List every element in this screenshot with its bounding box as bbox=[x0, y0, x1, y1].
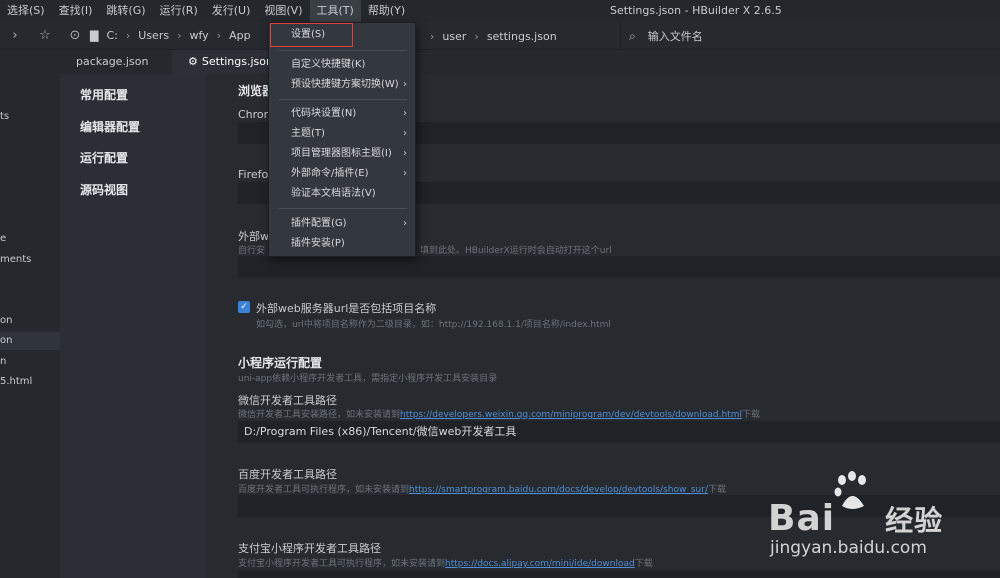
run-icon[interactable]: ⊙ bbox=[60, 28, 90, 43]
tab-package-json[interactable]: package.json bbox=[60, 50, 164, 74]
menu-tools[interactable]: 工具(T) bbox=[309, 0, 361, 22]
folder-icon: ▇ bbox=[90, 29, 99, 42]
breadcrumb-item[interactable]: wfy bbox=[189, 29, 208, 42]
breadcrumb-item[interactable]: C: bbox=[106, 29, 117, 42]
baidu-download-link[interactable]: https://smartprogram.baidu.com/docs/deve… bbox=[409, 485, 708, 495]
chevron-right-icon: › bbox=[177, 29, 182, 42]
chevron-right-icon: › bbox=[403, 148, 407, 159]
menu-item-custom-shortcuts[interactable]: 自定义快捷键(K) bbox=[269, 56, 415, 74]
nav-editor[interactable]: 编辑器配置 bbox=[80, 118, 140, 135]
nav-source-view[interactable]: 源码视图 bbox=[80, 181, 128, 198]
menu-item-plugin-config[interactable]: 插件配置(G) › bbox=[269, 215, 415, 233]
watermark-url: jingyan.baidu.com bbox=[770, 538, 927, 558]
chevron-right-icon: › bbox=[125, 29, 131, 42]
chevron-right-icon: › bbox=[403, 108, 407, 119]
mp-section-title: 小程序运行配置 bbox=[238, 356, 323, 370]
chevron-right-icon[interactable]: › bbox=[0, 28, 30, 43]
file-item[interactable]: e bbox=[0, 230, 60, 248]
breadcrumb-item[interactable]: user bbox=[442, 30, 466, 43]
tools-dropdown-menu: 设置(S) 自定义快捷键(K) 预设快捷键方案切换(W) › 代码块设置(N) › … bbox=[268, 22, 416, 257]
wechat-hint: 微信开发者工具安装路径，如未安装请到https://developers.wei… bbox=[238, 410, 760, 420]
menu-run[interactable]: 运行(R) bbox=[153, 0, 205, 22]
include-project-label: 外部web服务器url是否包括项目名称 bbox=[256, 302, 437, 315]
chevron-right-icon: › bbox=[430, 29, 435, 43]
file-item[interactable]: ts bbox=[0, 108, 60, 126]
menu-goto[interactable]: 跳转(G) bbox=[99, 0, 152, 22]
menu-publish[interactable]: 发行(U) bbox=[205, 0, 258, 22]
chevron-right-icon: › bbox=[403, 168, 407, 179]
menu-item-icon-theme[interactable]: 项目管理器图标主题(I) › bbox=[269, 145, 415, 163]
menu-find[interactable]: 查找(I) bbox=[52, 0, 100, 22]
nav-general[interactable]: 常用配置 bbox=[80, 86, 128, 103]
include-project-hint: 如勾选，url中将项目名称作为二级目录，如：http://192.168.1.1… bbox=[256, 320, 611, 330]
star-icon[interactable]: ☆ bbox=[30, 28, 60, 43]
chevron-right-icon: › bbox=[474, 29, 479, 43]
file-item[interactable]: ments bbox=[0, 251, 60, 269]
nav-run[interactable]: 运行配置 bbox=[80, 149, 128, 166]
menu-item-snippets[interactable]: 代码块设置(N) › bbox=[269, 105, 415, 123]
external-server-label: 外部w bbox=[238, 230, 269, 243]
tab-label: Settings.json bbox=[201, 55, 273, 68]
project-explorer: ts e ments on on n 5.html bbox=[0, 50, 60, 578]
wechat-path-input[interactable]: D:/Program Files (x86)/Tencent/微信web开发者工… bbox=[238, 421, 1000, 443]
menu-divider bbox=[279, 50, 407, 51]
menu-item-theme[interactable]: 主题(T) › bbox=[269, 125, 415, 143]
alipay-label: 支付宝小程序开发者工具路径 bbox=[238, 542, 381, 555]
toolbar: › ☆ ⊙ ▇ C: › Users › wfy › App › user › … bbox=[0, 22, 1000, 50]
include-project-checkbox[interactable]: ✓ bbox=[238, 301, 250, 313]
alipay-download-link[interactable]: https://docs.alipay.com/mini/ide/downloa… bbox=[445, 559, 635, 569]
baidu-logo: Bai 经验 bbox=[768, 498, 944, 539]
breadcrumb-tail: › user › settings.json bbox=[422, 22, 557, 50]
window-title: Settings.json - HBuilder X 2.6.5 bbox=[610, 4, 782, 17]
breadcrumb-item[interactable]: App bbox=[229, 29, 251, 42]
menu-item-plugin-install[interactable]: 插件安装(P) bbox=[269, 235, 415, 253]
file-search-input[interactable] bbox=[647, 29, 948, 43]
external-server-input[interactable] bbox=[238, 256, 1000, 278]
wechat-label: 微信开发者工具路径 bbox=[238, 394, 337, 407]
alipay-hint: 支付宝小程序开发者工具可执行程序，如未安装请到https://docs.alip… bbox=[238, 559, 653, 569]
breadcrumb-item[interactable]: settings.json bbox=[487, 30, 557, 43]
menu-bar: 选择(S) 查找(I) 跳转(G) 运行(R) 发行(U) 视图(V) 工具(T… bbox=[0, 0, 1000, 22]
baidu-watermark: Bai 经验 jingyan.baidu.com bbox=[768, 470, 998, 578]
file-item-selected[interactable]: on bbox=[0, 332, 60, 350]
menu-divider bbox=[279, 208, 407, 209]
firefox-label: Firefo bbox=[238, 168, 269, 181]
tab-label: package.json bbox=[76, 55, 149, 68]
chevron-right-icon: › bbox=[403, 218, 407, 229]
settings-nav: 常用配置 编辑器配置 运行配置 源码视图 bbox=[60, 74, 206, 578]
mp-section-hint: uni-app依赖小程序开发者工具，需指定小程序开发工具安装目录 bbox=[238, 374, 498, 384]
file-search: ⌕ bbox=[620, 22, 1000, 50]
highlight-box bbox=[270, 23, 353, 47]
menu-divider bbox=[279, 99, 407, 100]
menu-item-external-commands[interactable]: 外部命令/插件(E) › bbox=[269, 165, 415, 183]
menu-item-preset-shortcuts[interactable]: 预设快捷键方案切换(W) › bbox=[269, 76, 415, 94]
menu-help[interactable]: 帮助(Y) bbox=[361, 0, 412, 22]
menu-item-validate-syntax[interactable]: 验证本文档语法(V) bbox=[269, 185, 415, 203]
file-item[interactable]: n bbox=[0, 353, 60, 371]
breadcrumb-item[interactable]: Users bbox=[138, 29, 169, 42]
chevron-right-icon: › bbox=[403, 79, 407, 90]
chevron-right-icon: › bbox=[403, 128, 407, 139]
baidu-hint: 百度开发者工具可执行程序，如未安装请到https://smartprogram.… bbox=[238, 485, 727, 495]
chevron-right-icon: › bbox=[216, 29, 222, 42]
file-item[interactable]: 5.html bbox=[0, 373, 60, 391]
breadcrumb: ▇ C: › Users › wfy › App bbox=[90, 29, 251, 42]
external-server-hint: 自行安 bbox=[238, 246, 266, 256]
baidu-label: 百度开发者工具路径 bbox=[238, 468, 337, 481]
gear-icon: ⚙ bbox=[188, 55, 198, 68]
menu-select[interactable]: 选择(S) bbox=[0, 0, 52, 22]
external-server-hint-tail: 填到此处。HBuilderX运行时会自动打开这个url bbox=[420, 246, 612, 256]
menu-view[interactable]: 视图(V) bbox=[257, 0, 309, 22]
search-file-icon: ⌕ bbox=[629, 28, 636, 43]
wechat-download-link[interactable]: https://developers.weixin.qq.com/minipro… bbox=[400, 410, 742, 420]
file-item[interactable]: on bbox=[0, 312, 60, 330]
editor-tabs: package.json ⚙ Settings.json bbox=[60, 50, 1000, 74]
